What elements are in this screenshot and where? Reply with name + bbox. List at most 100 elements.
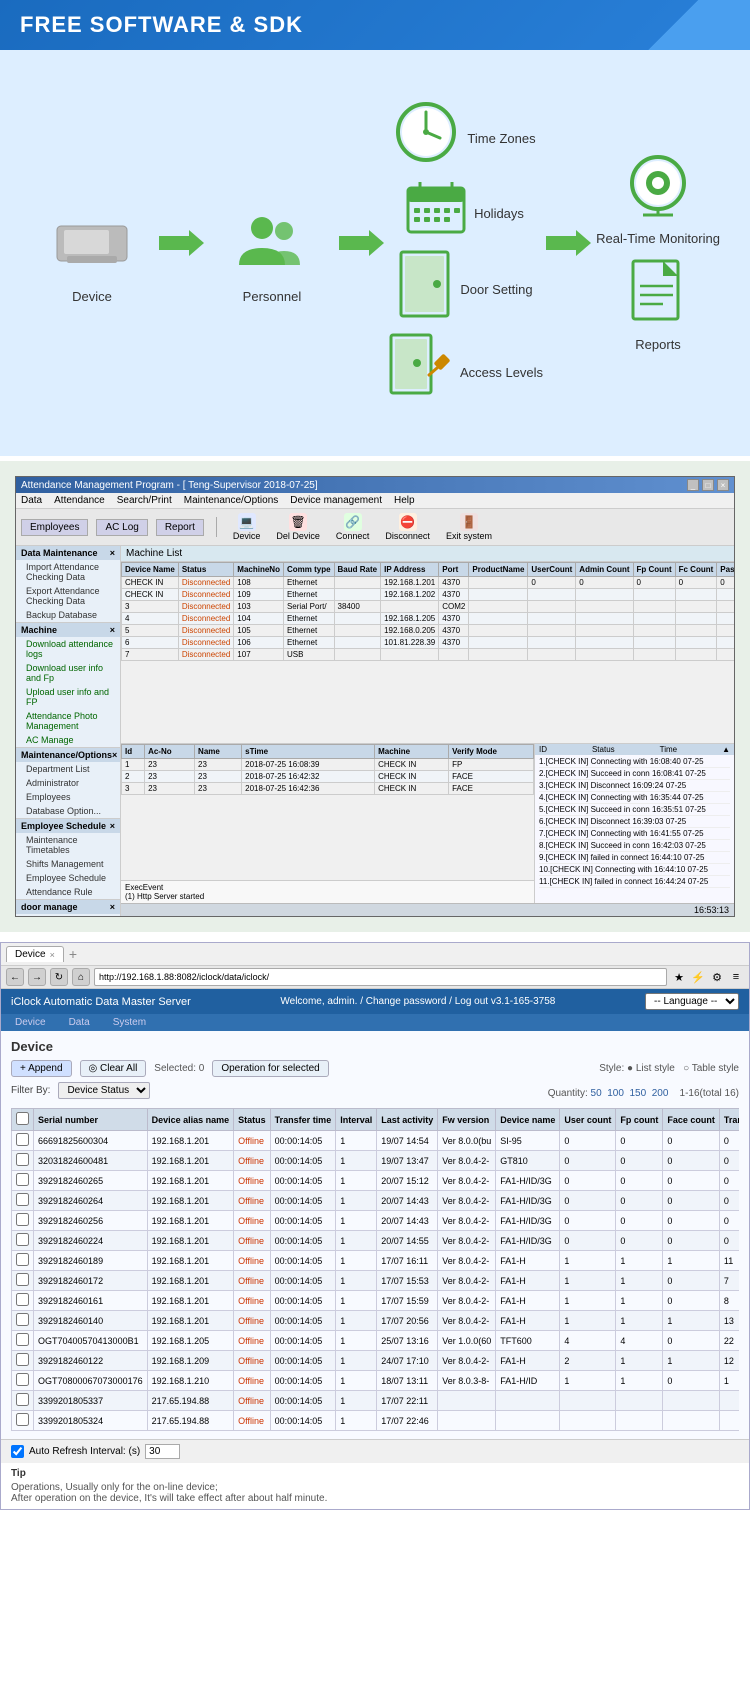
- operation-btn[interactable]: Operation for selected: [212, 1060, 328, 1077]
- star-icon[interactable]: ★: [671, 969, 687, 985]
- sidebar-timetables[interactable]: Maintenance Timetables: [16, 833, 120, 857]
- sidebar-att-rule[interactable]: Attendance Rule: [16, 885, 120, 899]
- list-item[interactable]: 3399201805324217.65.194.88Offline00:00:1…: [12, 1411, 740, 1431]
- list-item[interactable]: 3929182460224192.168.1.201Offline00:00:1…: [12, 1231, 740, 1251]
- sidebar-backup[interactable]: Backup Database: [16, 608, 120, 622]
- events-header-row: Id Ac-No Name sTime Machine Verify Mode: [122, 745, 534, 759]
- list-item[interactable]: 3929182460161192.168.1.201Offline00:00:1…: [12, 1291, 740, 1311]
- win-controls[interactable]: _ □ ×: [687, 479, 729, 491]
- back-btn[interactable]: ←: [6, 968, 24, 986]
- home-btn[interactable]: ⌂: [72, 968, 90, 986]
- sidebar-import[interactable]: Import Attendance Checking Data: [16, 560, 120, 584]
- btn-device[interactable]: 💻 Device: [229, 512, 265, 542]
- sidebar-header-door[interactable]: door manage ×: [16, 900, 120, 914]
- nav-system[interactable]: System: [109, 1016, 150, 1029]
- table-style-radio[interactable]: ○ Table style: [683, 1063, 739, 1074]
- auto-refresh-checkbox[interactable]: [11, 1445, 24, 1458]
- select-all-checkbox[interactable]: [16, 1112, 29, 1125]
- filter-select[interactable]: Device Status: [58, 1082, 150, 1099]
- list-item[interactable]: 3399201805337217.65.194.88Offline00:00:1…: [12, 1391, 740, 1411]
- sidebar-db[interactable]: Database Option...: [16, 804, 120, 818]
- language-select[interactable]: -- Language --: [645, 993, 739, 1010]
- list-item[interactable]: 3929182460265192.168.1.201Offline00:00:1…: [12, 1171, 740, 1191]
- log-scroll[interactable]: ▲: [722, 745, 730, 754]
- qty-150[interactable]: 150: [629, 1088, 646, 1099]
- sidebar-photo[interactable]: Attendance Photo Management: [16, 709, 120, 733]
- table-row[interactable]: 7Disconnected107USB3204: [122, 649, 735, 661]
- settings-icon[interactable]: ⚙: [709, 969, 725, 985]
- table-row[interactable]: 323232018-07-25 16:42:36CHECK INFACE: [122, 783, 534, 795]
- sidebar-ac[interactable]: AC Manage: [16, 733, 120, 747]
- menu-help[interactable]: Help: [394, 495, 415, 506]
- sidebar-export[interactable]: Export Attendance Checking Data: [16, 584, 120, 608]
- browser-tab-device[interactable]: Device ×: [6, 946, 64, 962]
- lightning-icon[interactable]: ⚡: [690, 969, 706, 985]
- menu-data[interactable]: Data: [21, 495, 42, 506]
- nav-device[interactable]: Device: [11, 1016, 50, 1029]
- table-row[interactable]: CHECK INDisconnected108Ethernet192.168.1…: [122, 577, 735, 589]
- sidebar-upload-user[interactable]: Upload user info and FP: [16, 685, 120, 709]
- sidebar-dept[interactable]: Department List: [16, 762, 120, 776]
- qty-200[interactable]: 200: [652, 1088, 669, 1099]
- sidebar-timezone[interactable]: Timezone: [16, 914, 120, 916]
- list-item[interactable]: 3929182460189192.168.1.201Offline00:00:1…: [12, 1251, 740, 1271]
- menu-device[interactable]: Device management: [290, 495, 382, 506]
- table-row[interactable]: 123232018-07-25 16:08:39CHECK INFP: [122, 759, 534, 771]
- table-row[interactable]: 3Disconnected103Serial Port/38400COM2: [122, 601, 735, 613]
- tab-close-btn[interactable]: ×: [50, 950, 55, 960]
- list-style-radio[interactable]: ● List style: [627, 1063, 675, 1074]
- access-levels-icon: [387, 333, 452, 406]
- win-minimize[interactable]: _: [687, 479, 699, 491]
- list-item[interactable]: 3929182460264192.168.1.201Offline00:00:1…: [12, 1191, 740, 1211]
- url-input[interactable]: [94, 968, 667, 986]
- list-item[interactable]: 3929182460122192.168.1.209Offline00:00:1…: [12, 1351, 740, 1371]
- menu-icon[interactable]: ≡: [728, 969, 744, 985]
- win-close[interactable]: ×: [717, 479, 729, 491]
- menu-attendance[interactable]: Attendance: [54, 495, 105, 506]
- list-item[interactable]: 32031824600481192.168.1.201Offline00:00:…: [12, 1151, 740, 1171]
- list-item[interactable]: OGT70800067073000176192.168.1.210Offline…: [12, 1371, 740, 1391]
- list-item[interactable]: 3929182460256192.168.1.201Offline00:00:1…: [12, 1211, 740, 1231]
- list-item[interactable]: 3929182460172192.168.1.201Offline00:00:1…: [12, 1271, 740, 1291]
- btn-del-device[interactable]: 🗑 Del Device: [272, 512, 324, 542]
- table-row[interactable]: 5Disconnected105Ethernet192.168.0.205437…: [122, 625, 735, 637]
- th-fpcount: Fp count: [616, 1109, 663, 1131]
- tab-employees[interactable]: Employees: [21, 519, 88, 536]
- interval-input[interactable]: [145, 1444, 180, 1459]
- log-item: 5.[CHECK IN] Succeed in conn 16:35:51 07…: [539, 804, 730, 816]
- menu-search[interactable]: Search/Print: [117, 495, 172, 506]
- menu-maintenance[interactable]: Maintenance/Options: [184, 495, 279, 506]
- list-item[interactable]: 3929182460140192.168.1.201Offline00:00:1…: [12, 1311, 740, 1331]
- sidebar-emp-schedule[interactable]: Employee Schedule: [16, 871, 120, 885]
- tab-aclog[interactable]: AC Log: [96, 519, 147, 536]
- tab-report[interactable]: Report: [156, 519, 204, 536]
- sidebar-download-logs[interactable]: Download attendance logs: [16, 637, 120, 661]
- table-row[interactable]: CHECK INDisconnected109Ethernet192.168.1…: [122, 589, 735, 601]
- sidebar-admin[interactable]: Administrator: [16, 776, 120, 790]
- sidebar-header-data[interactable]: Data Maintenance ×: [16, 546, 120, 560]
- qty-100[interactable]: 100: [607, 1088, 624, 1099]
- sidebar-shifts[interactable]: Shifts Management: [16, 857, 120, 871]
- btn-exit[interactable]: 🚪 Exit system: [442, 512, 496, 542]
- sidebar-header-schedule[interactable]: Employee Schedule ×: [16, 819, 120, 833]
- nav-data[interactable]: Data: [65, 1016, 94, 1029]
- list-item[interactable]: OGT70400570413000B1192.168.1.205Offline0…: [12, 1331, 740, 1351]
- table-row[interactable]: 223232018-07-25 16:42:32CHECK INFACE: [122, 771, 534, 783]
- table-row[interactable]: 4Disconnected104Ethernet192.168.1.205437…: [122, 613, 735, 625]
- log-content: 1.[CHECK IN] Connecting with 16:08:40 07…: [535, 755, 734, 903]
- qty-50[interactable]: 50: [591, 1088, 602, 1099]
- forward-btn[interactable]: →: [28, 968, 46, 986]
- btn-disconnect[interactable]: ⛔ Disconnect: [381, 512, 434, 542]
- sidebar-download-user[interactable]: Download user info and Fp: [16, 661, 120, 685]
- append-btn[interactable]: + Append: [11, 1060, 72, 1077]
- table-row[interactable]: 6Disconnected106Ethernet101.81.228.39437…: [122, 637, 735, 649]
- sidebar-employees[interactable]: Employees: [16, 790, 120, 804]
- list-item[interactable]: 66691825600304192.168.1.201Offline00:00:…: [12, 1131, 740, 1151]
- refresh-btn[interactable]: ↻: [50, 968, 68, 986]
- win-maximize[interactable]: □: [702, 479, 714, 491]
- sidebar-header-maintenance[interactable]: Maintenance/Options ×: [16, 748, 120, 762]
- btn-connect[interactable]: 🔗 Connect: [332, 512, 374, 542]
- sidebar-header-machine[interactable]: Machine ×: [16, 623, 120, 637]
- new-tab-btn[interactable]: +: [69, 946, 77, 962]
- clear-all-btn[interactable]: ◎ Clear All: [80, 1060, 147, 1077]
